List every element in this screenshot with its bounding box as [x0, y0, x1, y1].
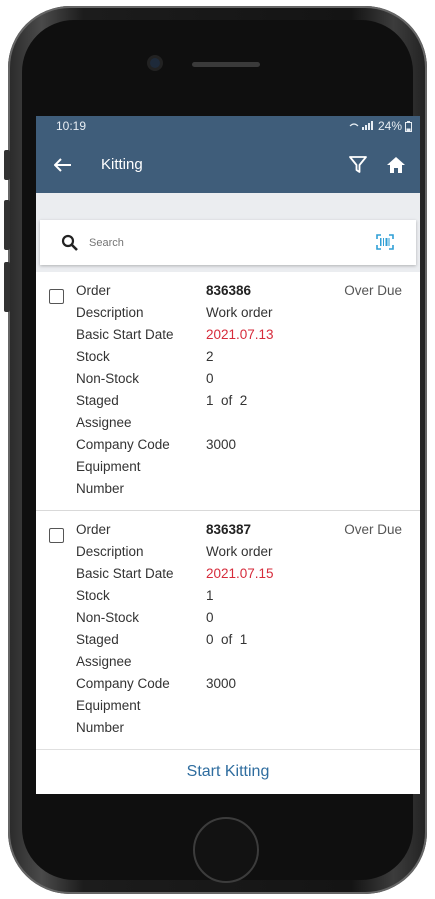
field-value: 0 of 1 [206, 632, 248, 647]
order-number: 836387 [206, 522, 252, 537]
field-label: Company Code [76, 437, 170, 452]
filter-icon[interactable] [344, 151, 372, 179]
order-checkbox[interactable] [49, 528, 64, 543]
app-screen: 10:19 24% Kitting Search Order 836386 De… [36, 116, 420, 794]
order-fields: Order 836387 Description Work order Basic … [76, 519, 336, 739]
search-area [36, 193, 420, 272]
field-row-staged: Staged 0 of 1 [76, 629, 336, 651]
field-row-stock: Stock 1 [76, 585, 336, 607]
status-time: 10:19 [56, 119, 87, 133]
phone-volume-down [4, 262, 10, 312]
field-row-order: Order 836387 [76, 519, 336, 541]
field-value: 0 [206, 371, 214, 386]
order-card[interactable]: Order 836387 Description Work order Basic … [36, 511, 420, 750]
field-value: 2 [206, 349, 214, 364]
field-row-company-code: Company Code 3000 [76, 673, 336, 695]
field-row-equipment: Equipment Number [76, 456, 336, 500]
field-label: Non-Stock [76, 610, 140, 625]
field-label: Staged [76, 393, 119, 408]
field-row-start-date: Basic Start Date 2021.07.13 [76, 324, 336, 346]
phone-volume-up [4, 200, 10, 250]
field-value: 1 [206, 588, 214, 603]
order-card[interactable]: Order 836386 Description Work order Basic … [36, 272, 420, 511]
field-row-equipment: Equipment Number [76, 695, 336, 739]
field-value: 3000 [206, 437, 237, 452]
field-value: 0 [206, 610, 214, 625]
phone-speaker [192, 62, 260, 67]
phone-mute-switch [4, 150, 10, 180]
signal-icon [349, 121, 373, 130]
field-row-start-date: Basic Start Date 2021.07.15 [76, 563, 336, 585]
phone-camera [150, 58, 160, 68]
field-row-description: Description Work order [76, 302, 336, 324]
field-label: Non-Stock [76, 371, 140, 386]
status-badge: Over Due [344, 283, 402, 298]
app-bar: Kitting [36, 136, 420, 193]
field-value: 1 of 2 [206, 393, 248, 408]
order-fields: Order 836386 Description Work order Basic … [76, 280, 336, 500]
footer-bar: Start Kitting [36, 749, 420, 794]
field-row-description: Description Work order [76, 541, 336, 563]
start-date-value: 2021.07.15 [206, 566, 274, 581]
battery-icon [405, 120, 412, 132]
field-value [176, 456, 306, 500]
page-title: Kitting [101, 156, 143, 173]
field-value [206, 651, 336, 673]
field-value: Work order [206, 305, 273, 320]
field-label: Assignee [76, 415, 132, 430]
field-label: Staged [76, 632, 119, 647]
field-row-non-stock: Non-Stock 0 [76, 368, 336, 390]
field-label: Stock [76, 588, 110, 603]
field-row-stock: Stock 2 [76, 346, 336, 368]
field-label: Equipment Number [76, 698, 141, 735]
field-row-company-code: Company Code 3000 [76, 434, 336, 456]
order-checkbox[interactable] [49, 289, 64, 304]
battery-percent: 24% [377, 119, 402, 133]
status-bar: 10:19 24% [36, 116, 420, 136]
arrow-left-icon[interactable] [50, 157, 76, 172]
order-number: 836386 [206, 283, 252, 298]
field-value [176, 695, 306, 739]
status-badge: Over Due [344, 522, 402, 537]
search-icon [61, 234, 79, 252]
status-indicators: 24% [349, 119, 412, 133]
field-label: Basic Start Date [76, 327, 174, 342]
field-value: Work order [206, 544, 273, 559]
field-value [206, 412, 336, 434]
field-row-assignee: Assignee [76, 412, 336, 434]
home-icon[interactable] [382, 151, 410, 179]
field-row-staged: Staged 1 of 2 [76, 390, 336, 412]
field-label: Stock [76, 349, 110, 364]
barcode-scan-icon[interactable] [376, 234, 394, 255]
field-label: Assignee [76, 654, 132, 669]
field-label: Basic Start Date [76, 566, 174, 581]
search-bar [40, 220, 416, 265]
field-label: Equipment Number [76, 459, 141, 496]
field-row-assignee: Assignee [76, 651, 336, 673]
field-label: Description [76, 305, 144, 320]
field-row-non-stock: Non-Stock 0 [76, 607, 336, 629]
search-input[interactable] [87, 235, 351, 250]
start-kitting-button[interactable]: Start Kitting [181, 762, 276, 782]
field-label: Company Code [76, 676, 170, 691]
field-label: Order [76, 283, 111, 298]
field-row-order: Order 836386 [76, 280, 336, 302]
start-date-value: 2021.07.13 [206, 327, 274, 342]
field-label: Description [76, 544, 144, 559]
phone-home-button[interactable] [193, 817, 259, 883]
field-value: 3000 [206, 676, 237, 691]
field-label: Order [76, 522, 111, 537]
